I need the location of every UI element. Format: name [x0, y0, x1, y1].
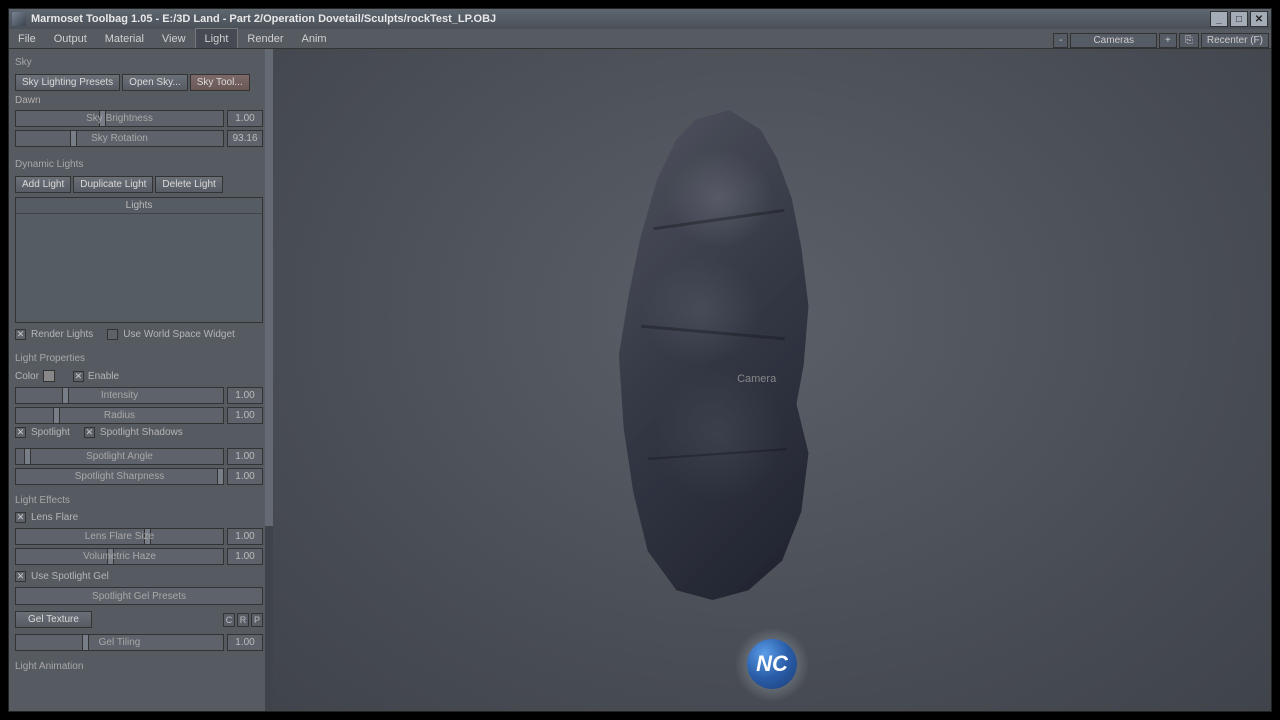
world-space-label: Use World Space Widget — [123, 329, 235, 340]
slider-handle[interactable] — [53, 408, 60, 423]
intensity-value[interactable]: 1.00 — [227, 387, 263, 404]
slider-label: Sky Rotation — [91, 133, 148, 144]
sky-presets-button[interactable]: Sky Lighting Presets — [15, 74, 120, 91]
use-gel-checkbox[interactable]: ✕ — [15, 571, 26, 582]
maximize-button[interactable]: □ — [1230, 11, 1248, 27]
content-area: Sky Sky Lighting Presets Open Sky... Sky… — [9, 49, 1271, 711]
spot-angle-slider[interactable]: Spotlight Angle — [15, 448, 224, 465]
sky-brightness-value[interactable]: 1.00 — [227, 110, 263, 127]
gel-tiling-value[interactable]: 1.00 — [227, 634, 263, 651]
sky-rotation-value[interactable]: 93.16 — [227, 130, 263, 147]
delete-light-button[interactable]: Delete Light — [155, 176, 222, 193]
light-props-label: Light Properties — [15, 353, 263, 364]
radius-slider[interactable]: Radius — [15, 407, 224, 424]
menu-anim[interactable]: Anim — [292, 29, 335, 48]
menu-view[interactable]: View — [153, 29, 195, 48]
slider-label: Intensity — [101, 390, 138, 401]
slider-label: Radius — [104, 410, 135, 421]
use-gel-label: Use Spotlight Gel — [31, 571, 109, 582]
gel-c-button[interactable]: C — [223, 613, 235, 627]
viewport-3d[interactable]: Camera NC — [273, 49, 1271, 711]
radius-value[interactable]: 1.00 — [227, 407, 263, 424]
titlebar: Marmoset Toolbag 1.05 - E:/3D Land - Par… — [9, 9, 1271, 29]
slider-label: Spotlight Sharpness — [75, 471, 165, 482]
open-sky-button[interactable]: Open Sky... — [122, 74, 188, 91]
lens-flare-checkbox[interactable]: ✕ — [15, 512, 26, 523]
window-title: Marmoset Toolbag 1.05 - E:/3D Land - Par… — [31, 13, 496, 25]
spot-angle-value[interactable]: 1.00 — [227, 448, 263, 465]
app-icon — [12, 12, 26, 26]
haze-value[interactable]: 1.00 — [227, 548, 263, 565]
menubar: File Output Material View Light Render A… — [9, 29, 1271, 49]
slider-handle[interactable] — [70, 131, 77, 146]
sky-preset-name: Dawn — [15, 95, 263, 106]
sky-section-label: Sky — [15, 57, 263, 68]
menu-render[interactable]: Render — [238, 29, 292, 48]
gel-r-button[interactable]: R — [237, 613, 249, 627]
slider-label: Gel Tiling — [99, 637, 141, 648]
slider-handle[interactable] — [217, 469, 224, 484]
close-button[interactable]: ✕ — [1250, 11, 1268, 27]
camera-prev-button[interactable]: - — [1053, 33, 1068, 48]
menu-file[interactable]: File — [9, 29, 45, 48]
light-effects-label: Light Effects — [15, 495, 263, 506]
slider-label: Spotlight Angle — [86, 451, 153, 462]
lens-flare-label: Lens Flare — [31, 512, 78, 523]
sky-tool-button[interactable]: Sky Tool... — [190, 74, 250, 91]
minimize-button[interactable]: _ — [1210, 11, 1228, 27]
slider-label: Sky Brightness — [86, 113, 153, 124]
light-anim-label: Light Animation — [15, 661, 263, 672]
camera-select[interactable]: Cameras — [1070, 33, 1157, 48]
app-window: Marmoset Toolbag 1.05 - E:/3D Land - Par… — [8, 8, 1272, 712]
gel-p-button[interactable]: P — [251, 613, 263, 627]
add-light-button[interactable]: Add Light — [15, 176, 71, 193]
slider-label: Lens Flare Size — [85, 531, 154, 542]
lights-list-header: Lights — [16, 198, 262, 214]
color-label: Color — [15, 371, 39, 382]
render-lights-label: Render Lights — [31, 329, 93, 340]
intensity-slider[interactable]: Intensity — [15, 387, 224, 404]
enable-label: Enable — [88, 371, 119, 382]
camera-add-button[interactable]: + — [1159, 33, 1177, 48]
spot-sharp-value[interactable]: 1.00 — [227, 468, 263, 485]
gel-presets-label: Spotlight Gel Presets — [92, 591, 186, 602]
slider-handle[interactable] — [62, 388, 69, 403]
sky-rotation-slider[interactable]: Sky Rotation — [15, 130, 224, 147]
gel-tiling-slider[interactable]: Gel Tiling — [15, 634, 224, 651]
light-panel: Sky Sky Lighting Presets Open Sky... Sky… — [9, 49, 273, 711]
world-space-checkbox[interactable] — [107, 329, 118, 340]
duplicate-light-button[interactable]: Duplicate Light — [73, 176, 153, 193]
slider-label: Volumetric Haze — [83, 551, 156, 562]
spotlight-checkbox[interactable]: ✕ — [15, 427, 26, 438]
enable-checkbox[interactable]: ✕ — [73, 371, 84, 382]
spotlight-label: Spotlight — [31, 427, 70, 438]
camera-dup-button[interactable]: ⎘ — [1179, 33, 1199, 48]
render-lights-checkbox[interactable]: ✕ — [15, 329, 26, 340]
lights-list[interactable]: Lights — [15, 197, 263, 323]
menu-output[interactable]: Output — [45, 29, 96, 48]
flare-size-value[interactable]: 1.00 — [227, 528, 263, 545]
spot-shadows-checkbox[interactable]: ✕ — [84, 427, 95, 438]
rock-mesh — [605, 110, 845, 600]
sky-brightness-slider[interactable]: Sky Brightness — [15, 110, 224, 127]
spot-shadows-label: Spotlight Shadows — [100, 427, 183, 438]
gel-presets-button[interactable]: Spotlight Gel Presets — [15, 587, 263, 605]
recenter-button[interactable]: Recenter (F) — [1201, 33, 1269, 48]
menu-light[interactable]: Light — [195, 28, 239, 48]
sidebar-scrollbar[interactable] — [265, 49, 273, 711]
window-controls: _ □ ✕ — [1210, 11, 1268, 27]
camera-label: Camera — [737, 373, 776, 385]
slider-handle[interactable] — [82, 635, 89, 650]
spot-sharp-slider[interactable]: Spotlight Sharpness — [15, 468, 224, 485]
flare-size-slider[interactable]: Lens Flare Size — [15, 528, 224, 545]
watermark-icon: NC — [735, 627, 809, 701]
color-swatch[interactable] — [43, 370, 55, 382]
dynamic-lights-label: Dynamic Lights — [15, 159, 263, 170]
slider-handle[interactable] — [24, 449, 31, 464]
watermark-text: NC — [747, 639, 797, 689]
haze-slider[interactable]: Volumetric Haze — [15, 548, 224, 565]
scrollbar-thumb[interactable] — [265, 49, 273, 526]
menu-material[interactable]: Material — [96, 29, 153, 48]
gel-texture-button[interactable]: Gel Texture — [15, 611, 92, 628]
